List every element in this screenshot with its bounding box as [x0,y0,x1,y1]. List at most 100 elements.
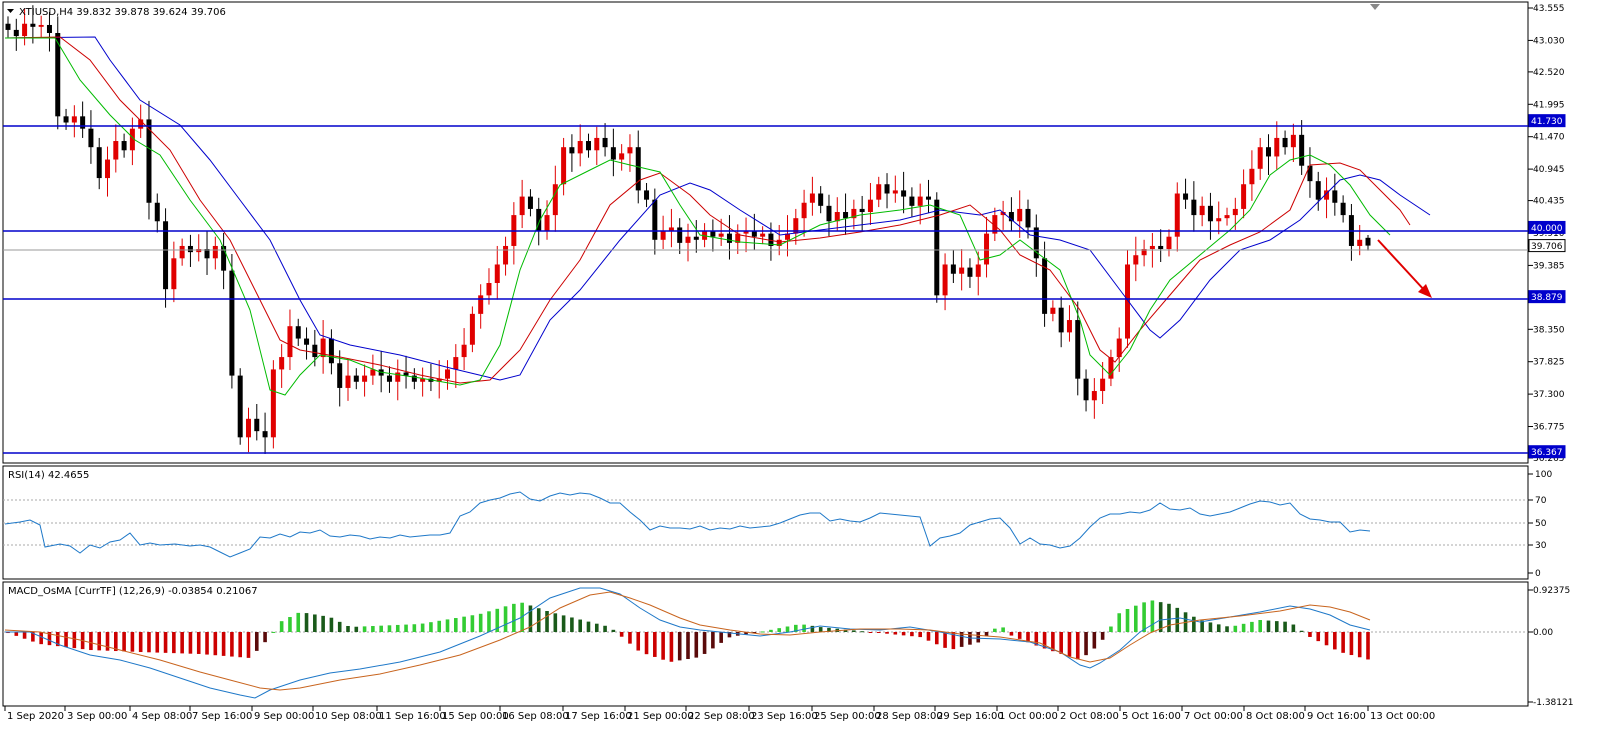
time-tick-label: 2 Oct 08:00 [1060,711,1119,722]
macd-bar [138,632,143,653]
macd-bar [1324,632,1329,646]
macd-bar [1017,632,1022,639]
price-tick-label: 37.300 [1533,390,1565,400]
macd-bar [702,632,707,654]
macd-bar [1250,621,1254,632]
macd-bar [719,632,723,643]
price-tick-label: 37.825 [1533,358,1565,368]
price-scale[interactable]: 43.555 43.030 42.520 41.995 41.470 40.945 40.4… [1528,4,1565,464]
macd-bar [371,626,375,632]
macd-bar [1208,622,1213,632]
macd-bar [387,625,392,632]
macd-bar [669,632,674,662]
price-tick-label: 38.350 [1533,325,1565,335]
macd-bar [603,625,607,632]
price-tick-label: 43.555 [1533,4,1565,14]
macd-bar [329,617,334,632]
macd-bar [395,624,400,632]
macd-tick-label: 0.00 [1533,628,1553,638]
macd-bar [1366,632,1370,660]
price-level-tag-label: 39.706 [1531,242,1563,252]
macd-bar [777,628,782,632]
macd-bar [802,624,806,632]
macd-bar [1125,608,1130,632]
macd-bar [628,632,632,644]
macd-bar [379,625,383,632]
time-tick-label: 7 Oct 00:00 [1184,711,1243,722]
macd-bar [578,619,582,632]
macd-bar [321,615,325,632]
trading-chart[interactable]: XTIUSD,H4 39.832 39.878 39.624 39.706 RS… [0,0,1619,752]
macd-bar [346,626,350,632]
price-tick-label: 39.385 [1533,261,1565,271]
macd-bar [288,617,292,632]
macd-bar [404,624,408,632]
macd-bar [213,632,218,656]
macd-bar [677,632,682,661]
macd-bar [1150,600,1155,632]
candle [229,253,235,389]
price-level-tag-label: 41.730 [1531,117,1563,127]
macd-bar [462,616,466,632]
macd-bar [1175,607,1180,632]
macd-bar [105,632,110,651]
macd-bar [470,615,475,632]
time-tick-label: 4 Sep 08:00 [132,711,192,722]
macd-bar [1134,605,1138,632]
macd-bar [238,632,242,658]
macd-bar [1333,632,1337,650]
time-tick-label: 21 Sep 00:00 [627,711,694,722]
macd-bar [868,632,873,633]
macd-bar [553,613,558,632]
macd-bar [180,632,184,654]
time-tick-label: 16 Sep 08:00 [502,711,569,722]
time-tick-label: 9 Sep 00:00 [254,711,314,722]
price-tick-label: 42.520 [1533,68,1565,78]
macd-bar [893,632,898,635]
rsi-tick-label: 100 [1535,470,1552,480]
macd-bar [313,614,317,632]
macd-bar [221,632,226,656]
macd-bar [512,603,516,632]
macd-bar [1316,632,1321,642]
macd-bar [594,623,599,632]
macd-bar [1059,632,1063,654]
macd-bar [64,632,68,648]
macd-bar [22,632,27,639]
macd-bar [230,632,234,657]
macd-bar [205,632,209,655]
macd-bar [487,611,491,632]
macd-bar [694,632,699,658]
macd-bar [337,621,342,632]
time-tick-label: 3 Sep 00:00 [67,711,127,722]
macd-bar [478,613,483,632]
macd-bar [619,632,624,637]
price-tick-label: 41.470 [1533,133,1565,143]
macd-bar [89,632,93,651]
macd-bar [1357,632,1362,658]
macd-bar [785,626,790,632]
time-tick-label: 22 Sep 08:00 [688,711,755,722]
macd-bar [155,632,160,653]
macd-bar [661,632,665,660]
macd-bar [611,629,616,632]
macd-tick-label: 0.92375 [1533,586,1570,596]
time-tick-label: 13 Oct 00:00 [1370,711,1435,722]
time-tick-label: 1 Oct 00:00 [999,711,1058,722]
macd-bar [711,632,715,649]
time-tick-label: 10 Sep 08:00 [315,711,382,722]
macd-bar [885,632,889,634]
time-tick-label: 9 Oct 16:00 [1307,711,1366,722]
time-tick-label: 29 Sep 16:00 [937,711,1004,722]
macd-bar [254,632,259,651]
time-tick-label: 8 Oct 08:00 [1246,711,1305,722]
macd-bar [429,622,433,632]
macd-bar [147,632,151,653]
macd-bar [412,624,417,632]
macd-bar [1291,624,1296,632]
macd-bar [1216,624,1221,632]
macd-bar [1299,630,1304,632]
macd-bar [503,606,508,632]
macd-bar [196,632,201,654]
macd-bar [72,632,77,649]
